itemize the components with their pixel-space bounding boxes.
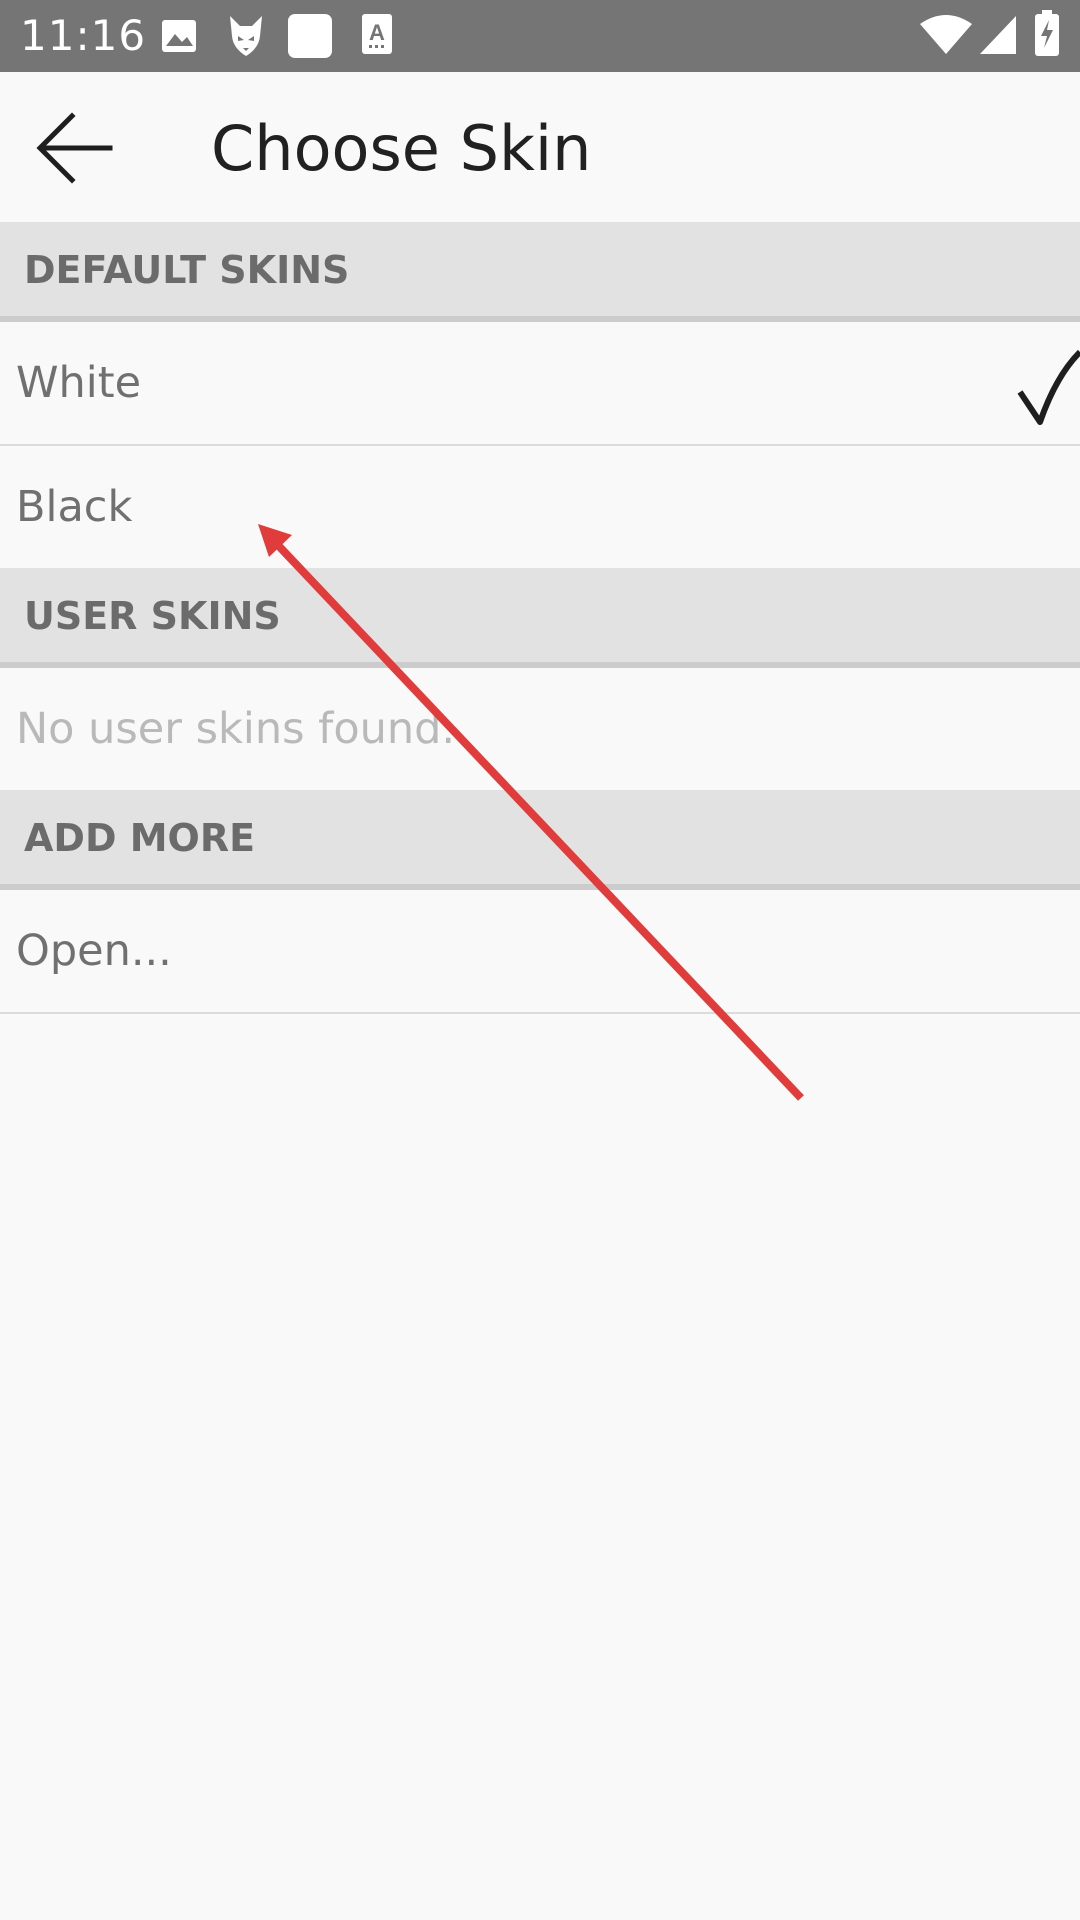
section-header-add-more: ADD MORE [0,790,1080,890]
fox-icon [230,16,262,56]
skin-item-black[interactable]: Black [0,446,1080,570]
section-header-label: DEFAULT SKINS [24,248,350,292]
arrow-left-icon [36,112,113,184]
page-title: Choose Skin [211,112,592,185]
section-header-user-skins: USER SKINS [0,568,1080,668]
app-bar: Choose Skin [0,72,1080,222]
text-a-icon: A [362,14,392,54]
battery-charging-icon [1035,10,1059,56]
svg-text:A: A [369,20,385,45]
status-bar: 11:16 A [0,0,1080,72]
section-header-default-skins: DEFAULT SKINS [0,222,1080,322]
skin-item-label: Black [16,482,133,532]
section-header-label: USER SKINS [24,594,281,638]
section-header-label: ADD MORE [24,816,256,860]
square-icon [288,14,332,58]
open-item[interactable]: Open... [0,890,1080,1014]
checkmark-icon [1017,349,1080,425]
status-time: 11:16 [20,11,147,60]
open-item-label: Open... [16,926,172,976]
wifi-icon [920,15,972,54]
back-button[interactable] [26,108,126,188]
empty-state-text: No user skins found. [16,704,456,754]
skin-item-label: White [16,358,142,408]
skin-item-white[interactable]: White [0,322,1080,446]
user-skins-empty-item: No user skins found. [0,668,1080,792]
image-icon [162,20,196,52]
signal-icon [980,16,1016,54]
